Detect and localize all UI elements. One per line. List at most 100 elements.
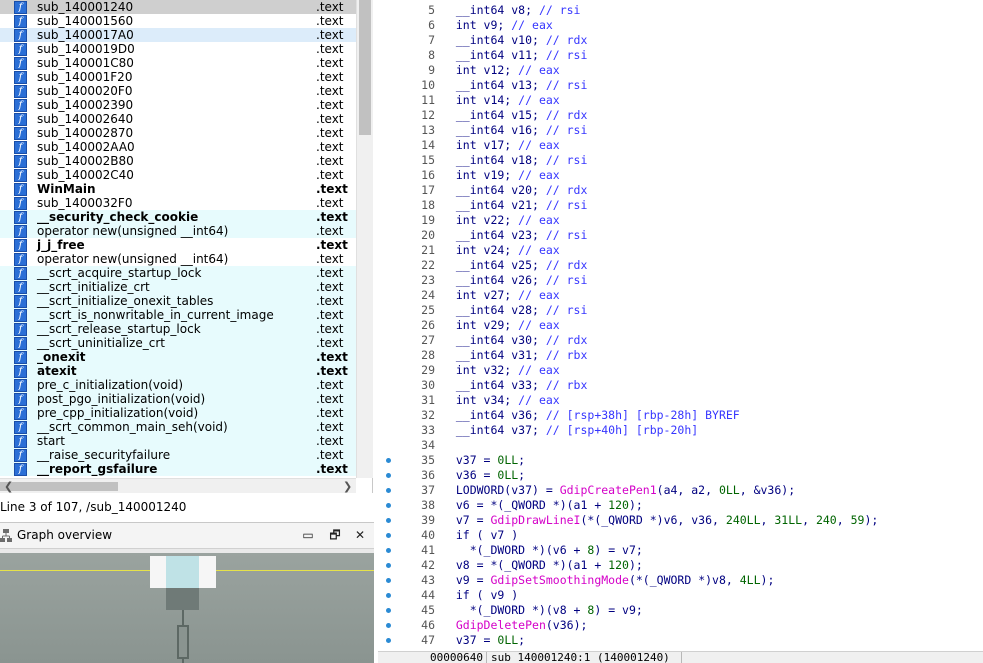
code-line[interactable]: 26 int v29; // eax — [378, 318, 983, 333]
function-row[interactable]: f __security_check_cookie .text — [0, 210, 356, 224]
code-line[interactable]: 11 int v14; // eax — [378, 93, 983, 108]
pseudocode-view[interactable]: 5 __int64 v8; // rsi 6 int v9; // eax 7 __… — [378, 0, 983, 651]
function-row[interactable]: f sub_140001F20 .text — [0, 70, 356, 84]
code-line[interactable]: 12 __int64 v15; // rdx — [378, 108, 983, 123]
code-line[interactable]: 16 int v19; // eax — [378, 168, 983, 183]
code-line[interactable]: 15 __int64 v18; // rsi — [378, 153, 983, 168]
breakpoint-dot-icon[interactable] — [386, 458, 391, 463]
code-line[interactable]: 35 v37 = 0LL; — [378, 453, 983, 468]
function-list[interactable]: f sub_140001240 .text f sub_140001560 .text f s… — [0, 0, 356, 478]
code-line[interactable]: 44 if ( v9 ) — [378, 588, 983, 603]
function-row[interactable]: f __raise_securityfailure .text — [0, 448, 356, 462]
breakpoint-dot-icon[interactable] — [386, 503, 391, 508]
code-line[interactable]: 37 LODWORD(v37) = GdipCreatePen1(a4, a2,… — [378, 483, 983, 498]
function-row[interactable]: f sub_140001C80 .text — [0, 56, 356, 70]
code-line[interactable]: 45 *(_DWORD *)(v8 + 8) = v9; — [378, 603, 983, 618]
scroll-left-icon[interactable]: ❮ — [4, 479, 13, 494]
code-line[interactable]: 38 v6 = *(_QWORD *)(a1 + 120); — [378, 498, 983, 513]
code-line[interactable]: 42 v8 = *(_QWORD *)(a1 + 120); — [378, 558, 983, 573]
breakpoint-dot-icon[interactable] — [386, 593, 391, 598]
vertical-scrollbar-thumb[interactable] — [359, 0, 371, 135]
close-icon[interactable]: ✕ — [352, 527, 368, 543]
code-line[interactable]: 34 — [378, 438, 983, 453]
function-row[interactable]: f j_j_free .text — [0, 238, 356, 252]
code-line[interactable]: 6 int v9; // eax — [378, 18, 983, 33]
function-row[interactable]: f sub_1400019D0 .text — [0, 42, 356, 56]
code-line[interactable]: 29 int v32; // eax — [378, 363, 983, 378]
function-row[interactable]: f atexit .text — [0, 364, 356, 378]
pin-icon[interactable]: ▭ — [300, 527, 316, 543]
function-row[interactable]: f __scrt_release_startup_lock .text — [0, 322, 356, 336]
horizontal-scrollbar[interactable]: ❮ ❯ — [0, 478, 356, 493]
function-row[interactable]: f sub_140002C40 .text — [0, 168, 356, 182]
code-line[interactable]: 8 __int64 v11; // rsi — [378, 48, 983, 63]
code-line[interactable]: 24 int v27; // eax — [378, 288, 983, 303]
function-row[interactable]: f WinMain .text — [0, 182, 356, 196]
function-row[interactable]: f sub_1400017A0 .text — [0, 28, 356, 42]
breakpoint-dot-icon[interactable] — [386, 548, 391, 553]
function-row[interactable]: f __scrt_initialize_onexit_tables .text — [0, 294, 356, 308]
restore-icon[interactable]: 🗗 — [327, 527, 343, 543]
code-line[interactable]: 14 int v17; // eax — [378, 138, 983, 153]
code-line[interactable]: 9 int v12; // eax — [378, 63, 983, 78]
code-line[interactable]: 39 v7 = GdipDrawLineI(*(_QWORD *)v6, v36… — [378, 513, 983, 528]
function-row[interactable]: f sub_140002390 .text — [0, 98, 356, 112]
code-line[interactable]: 17 __int64 v20; // rdx — [378, 183, 983, 198]
code-line[interactable]: 23 __int64 v26; // rsi — [378, 273, 983, 288]
code-token[interactable]: GdipDrawLineI — [490, 513, 580, 527]
breakpoint-dot-icon[interactable] — [386, 623, 391, 628]
code-line[interactable]: 10 __int64 v13; // rsi — [378, 78, 983, 93]
code-line[interactable]: 28 __int64 v31; // rbx — [378, 348, 983, 363]
graph-overview-canvas[interactable] — [0, 553, 374, 663]
code-line[interactable]: 21 int v24; // eax — [378, 243, 983, 258]
function-row[interactable]: f operator new(unsigned __int64) .text — [0, 252, 356, 266]
breakpoint-dot-icon[interactable] — [386, 533, 391, 538]
code-line[interactable]: 18 __int64 v21; // rsi — [378, 198, 983, 213]
code-line[interactable]: 25 __int64 v28; // rsi — [378, 303, 983, 318]
function-row[interactable]: f __scrt_initialize_crt .text — [0, 280, 356, 294]
function-row[interactable]: f __scrt_uninitialize_crt .text — [0, 336, 356, 350]
function-row[interactable]: f sub_1400020F0 .text — [0, 84, 356, 98]
horizontal-scrollbar-thumb[interactable] — [0, 482, 118, 491]
code-line[interactable]: 43 v9 = GdipSetSmoothingMode(*(_QWORD *)… — [378, 573, 983, 588]
code-line[interactable]: 22 __int64 v25; // rdx — [378, 258, 983, 273]
code-line[interactable]: 19 int v22; // eax — [378, 213, 983, 228]
function-row[interactable]: f start .text — [0, 434, 356, 448]
breakpoint-dot-icon[interactable] — [386, 473, 391, 478]
code-line[interactable]: 27 __int64 v30; // rdx — [378, 333, 983, 348]
function-row[interactable]: f sub_140002640 .text — [0, 112, 356, 126]
function-row[interactable]: f sub_140001560 .text — [0, 14, 356, 28]
code-line[interactable]: 32 __int64 v36; // [rsp+38h] [rbp-28h] B… — [378, 408, 983, 423]
code-line[interactable]: 36 v36 = 0LL; — [378, 468, 983, 483]
code-line[interactable]: 47 v37 = 0LL; — [378, 633, 983, 648]
function-row[interactable]: f sub_140002AA0 .text — [0, 140, 356, 154]
function-row[interactable]: f __scrt_acquire_startup_lock .text — [0, 266, 356, 280]
function-row[interactable]: f __scrt_is_nonwritable_in_current_image.… — [0, 308, 356, 322]
code-line[interactable]: 13 __int64 v16; // rsi — [378, 123, 983, 138]
function-row[interactable]: f operator new(unsigned __int64) .text — [0, 224, 356, 238]
code-token[interactable]: GdipSetSmoothingMode — [490, 573, 628, 587]
code-line[interactable]: 31 int v34; // eax — [378, 393, 983, 408]
function-row[interactable]: f sub_1400032F0 .text — [0, 196, 356, 210]
function-row[interactable]: f _onexit .text — [0, 350, 356, 364]
function-row[interactable]: f pre_cpp_initialization(void) .text — [0, 406, 356, 420]
function-row[interactable]: f sub_140002870 .text — [0, 126, 356, 140]
function-row[interactable]: f sub_140002B80 .text — [0, 154, 356, 168]
code-line[interactable]: 20 __int64 v23; // rsi — [378, 228, 983, 243]
code-line[interactable]: 46 GdipDeletePen(v36); — [378, 618, 983, 633]
code-line[interactable]: 7 __int64 v10; // rdx — [378, 33, 983, 48]
vertical-scrollbar[interactable] — [356, 0, 373, 478]
breakpoint-dot-icon[interactable] — [386, 518, 391, 523]
breakpoint-dot-icon[interactable] — [386, 578, 391, 583]
code-line[interactable]: 41 *(_DWORD *)(v6 + 8) = v7; — [378, 543, 983, 558]
function-row[interactable]: f __scrt_common_main_seh(void) .text — [0, 420, 356, 434]
code-line[interactable]: 30 __int64 v33; // rbx — [378, 378, 983, 393]
breakpoint-dot-icon[interactable] — [386, 488, 391, 493]
code-line[interactable]: 33 __int64 v37; // [rsp+40h] [rbp-20h] — [378, 423, 983, 438]
scroll-right-icon[interactable]: ❯ — [343, 479, 352, 494]
code-token[interactable]: GdipCreatePen1 — [560, 483, 657, 497]
code-token[interactable]: GdipDeletePen — [456, 618, 546, 632]
function-row[interactable]: f post_pgo_initialization(void) .text — [0, 392, 356, 406]
breakpoint-dot-icon[interactable] — [386, 608, 391, 613]
breakpoint-dot-icon[interactable] — [386, 638, 391, 643]
